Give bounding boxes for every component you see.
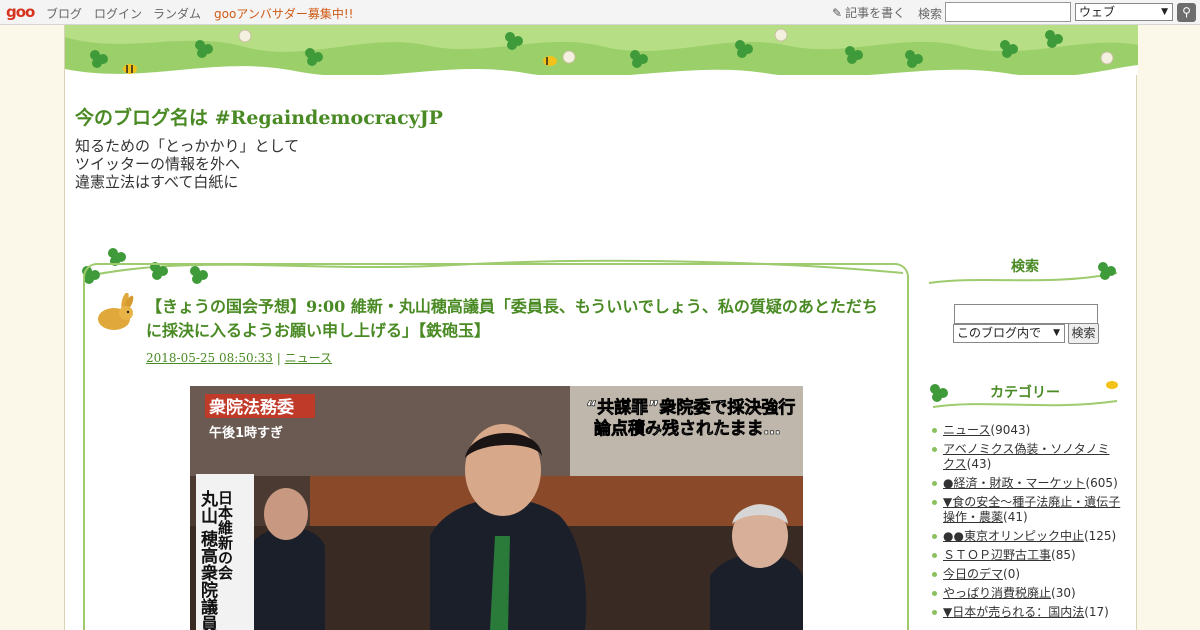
- sidebar-search-heading: 検索: [1011, 259, 1039, 275]
- photo-caption: 午後1時すぎ: [209, 425, 283, 441]
- write-article-label: 記事を書く: [845, 6, 906, 20]
- list-item: ▼食の安全～種子法廃止・遺伝子操作・農薬(41): [931, 495, 1121, 525]
- sidebar-search-input[interactable]: [954, 304, 1098, 324]
- write-article-link[interactable]: ✎ 記事を書く: [832, 4, 905, 21]
- top-search-button[interactable]: ⚲: [1177, 3, 1196, 22]
- category-count: (125): [1083, 529, 1117, 543]
- list-item: アベノミクス偽装・ソノタノミクス(43): [931, 442, 1121, 472]
- list-item: ニュース(9043): [931, 423, 1121, 438]
- top-search-scope-value: ウェブ: [1079, 5, 1116, 19]
- blog-description-line: 違憲立法はすべて白紙に: [75, 173, 239, 191]
- photo-caption: 日本維新の会: [216, 490, 234, 581]
- goo-logo[interactable]: goo: [6, 3, 35, 21]
- top-toolbar: goo ブログ ログイン ランダム gooアンバサダー募集中!! ✎ 記事を書く …: [0, 0, 1200, 25]
- blog-description-line: 知るための「とっかかり」として: [75, 137, 300, 155]
- toplink-ambassador[interactable]: gooアンバサダー募集中!!: [214, 5, 353, 22]
- meta-separator: |: [276, 351, 281, 365]
- top-search-label: 検索: [918, 7, 943, 21]
- category-link[interactable]: ＳＴＯＰ辺野古工事: [943, 548, 1051, 562]
- entry-photo[interactable]: 衆院法務委 午後1時すぎ “共謀罪”衆院委で採決強行 論点積み残されたまま… 日…: [190, 386, 803, 630]
- entry-meta: 2018-05-25 08:50:33 | ニュース: [146, 349, 332, 366]
- category-list: ニュース(9043) アベノミクス偽装・ソノタノミクス(43) ●経済・財政・マ…: [931, 423, 1121, 624]
- category-count: (9043): [990, 423, 1031, 437]
- category-link[interactable]: ニュース: [943, 423, 990, 437]
- list-item: ＳＴＯＰ辺野古工事(85): [931, 548, 1121, 563]
- photo-caption: 衆院法務委: [209, 397, 294, 418]
- entry-date-link[interactable]: 2018-05-25 08:50:33: [146, 351, 273, 365]
- category-count: (605): [1085, 476, 1118, 490]
- sidebar-search-scope-select[interactable]: このブログ内で ▼: [953, 324, 1065, 343]
- tv-screenshot-image: 衆院法務委 午後1時すぎ “共謀罪”衆院委で採決強行 論点積み残されたまま… 日…: [190, 386, 803, 630]
- toplink-blog[interactable]: ブログ: [46, 5, 82, 22]
- photo-caption: “共謀罪”衆院委で採決強行: [586, 397, 795, 418]
- blog-description: 知るための「とっかかり」として ツイッターの情報を外へ 違憲立法はすべて白紙に: [75, 137, 299, 191]
- entry-title[interactable]: 【きょうの国会予想】9:00 維新・丸山穂高議員「委員長、もういいでしょう、私の…: [146, 295, 886, 343]
- clover-banner: [65, 25, 1138, 78]
- list-item: ▼日本が売られる：国内法(17): [931, 605, 1121, 620]
- list-item: ●●東京オリンピック中止(125): [931, 529, 1121, 544]
- category-link[interactable]: ●●東京オリンピック中止: [943, 529, 1084, 543]
- list-item: 今日のデマ(0): [931, 567, 1121, 582]
- category-count: (43): [966, 457, 992, 471]
- top-search-input[interactable]: [945, 2, 1071, 22]
- photo-caption: 丸山 穂高衆院議員: [197, 489, 219, 630]
- category-link[interactable]: ●経済・財政・マーケット: [943, 476, 1085, 490]
- chevron-down-icon: ▼: [1053, 328, 1060, 338]
- category-link[interactable]: 今日のデマ: [943, 567, 1003, 581]
- category-count: (0): [1003, 567, 1021, 581]
- sidebar-category-heading: カテゴリー: [990, 385, 1060, 401]
- chevron-down-icon: ▼: [1161, 7, 1168, 17]
- blog-description-line: ツイッターの情報を外へ: [75, 155, 241, 173]
- pencil-icon: ✎: [832, 6, 843, 20]
- list-item: ●経済・財政・マーケット(605): [931, 476, 1121, 491]
- list-item: やっぱり消費税廃止(30): [931, 586, 1121, 601]
- blog-title[interactable]: 今のブログ名は #RegaindemocracyJP: [75, 103, 443, 130]
- category-count: (17): [1084, 605, 1109, 619]
- rabbit-icon: [98, 293, 134, 330]
- category-count: (30): [1051, 586, 1076, 600]
- sidebar-search-scope-value: このブログ内で: [957, 326, 1042, 340]
- category-link[interactable]: ▼食の安全～種子法廃止・遺伝子操作・農薬: [943, 495, 1120, 524]
- blog-page: 今のブログ名は #RegaindemocracyJP 知るための「とっかかり」と…: [64, 25, 1138, 630]
- top-search-scope-select[interactable]: ウェブ ▼: [1075, 3, 1173, 21]
- category-link[interactable]: ▼日本が売られる：国内法: [943, 605, 1084, 619]
- search-icon: ⚲: [1182, 5, 1191, 19]
- photo-caption: 論点積み残されたまま…: [594, 418, 781, 439]
- sidebar-search-button[interactable]: 検索: [1068, 323, 1099, 344]
- category-count: (85): [1051, 548, 1076, 562]
- entry-category-link[interactable]: ニュース: [285, 351, 332, 365]
- category-count: (41): [1003, 510, 1028, 524]
- toplink-login[interactable]: ログイン: [94, 5, 142, 22]
- toplink-random[interactable]: ランダム: [153, 5, 201, 22]
- category-link[interactable]: やっぱり消費税廃止: [943, 586, 1051, 600]
